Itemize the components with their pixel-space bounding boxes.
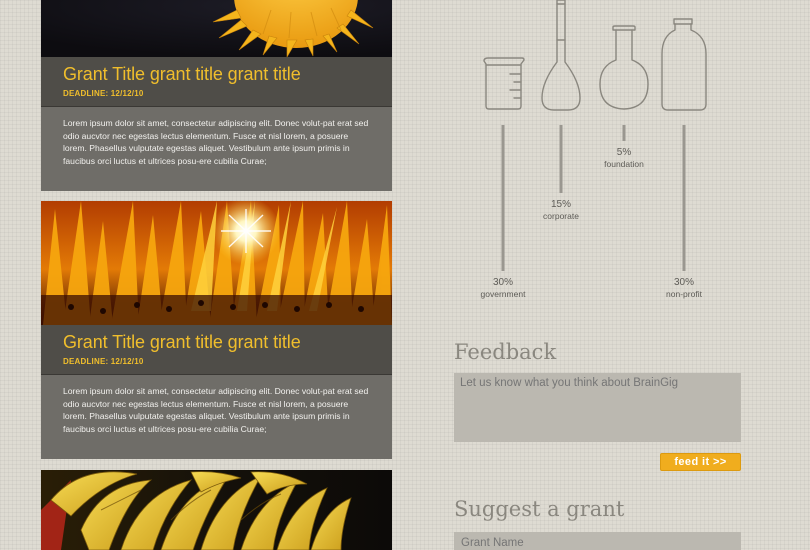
chart-label-foundation: 5% foundation	[579, 147, 669, 170]
grant-title[interactable]: Grant Title grant title grant title	[63, 332, 301, 353]
grant-distribution-chart: 30% government 15% corporate 5% foundation 30%…	[470, 0, 720, 310]
chart-category-label: corporate	[543, 211, 579, 221]
chart-label-government: 30% government	[458, 277, 548, 300]
grant-image[interactable]	[41, 470, 392, 550]
grant-description: Lorem ipsum dolor sit amet, consectetur …	[41, 375, 392, 459]
bottle-icon	[661, 18, 707, 111]
feedback-textarea[interactable]	[454, 373, 741, 442]
chart-category-label: foundation	[604, 159, 644, 169]
yellow-flower-photo	[41, 0, 392, 57]
feedback-title: Feedback	[454, 340, 557, 364]
chart-value-label: 30%	[673, 277, 694, 288]
grant-header: Grant Title grant title grant title DEAD…	[41, 325, 392, 375]
volumetric-flask-icon	[541, 0, 581, 111]
chart-value-label: 30%	[492, 277, 513, 288]
grant-image[interactable]	[41, 201, 392, 325]
grant-title[interactable]: Grant Title grant title grant title	[63, 64, 301, 85]
bananas-photo	[41, 470, 392, 550]
grant-description: Lorem ipsum dolor sit amet, consectetur …	[41, 107, 392, 191]
chart-category-label: government	[480, 289, 526, 299]
grant-deadline: DEADLINE: 12/12/10	[63, 89, 144, 98]
chart-category-label: non-profit	[666, 289, 702, 299]
feed-it-button[interactable]: feed it >>	[660, 453, 741, 471]
suggest-grant-title: Suggest a grant	[454, 497, 625, 521]
beaker-icon	[483, 57, 525, 110]
grant-image[interactable]	[41, 0, 392, 57]
grant-name-input[interactable]	[454, 532, 741, 550]
grant-card: Grant Title grant title grant title DEAD…	[41, 0, 392, 191]
grant-card: Grant Title grant title grant title DEAD…	[41, 201, 392, 460]
grant-card	[41, 470, 392, 550]
chart-label-non-profit: 30% non-profit	[639, 277, 729, 300]
chart-value-label: 15%	[550, 199, 571, 210]
grant-deadline: DEADLINE: 12/12/10	[63, 357, 144, 366]
chart-label-corporate: 15% corporate	[516, 199, 606, 222]
grant-header: Grant Title grant title grant title DEAD…	[41, 57, 392, 107]
sunflower-petals-photo	[41, 201, 392, 325]
round-flask-icon	[599, 25, 649, 110]
chart-value-label: 5%	[616, 147, 632, 158]
